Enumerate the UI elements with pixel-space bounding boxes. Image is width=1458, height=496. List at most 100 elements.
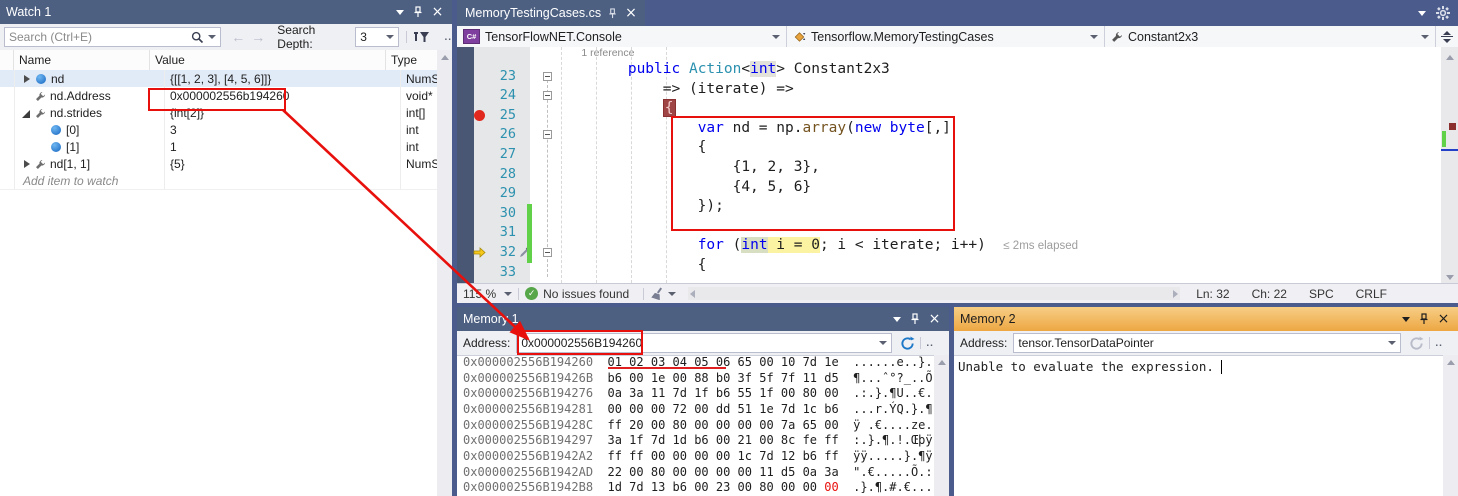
watch-row[interactable]: [0] 3 int <box>0 121 437 139</box>
breakpoint-icon[interactable] <box>474 110 485 121</box>
watch-type: int <box>401 138 437 155</box>
gear-icon[interactable] <box>1436 6 1450 20</box>
tab-list-chevron-icon[interactable] <box>1418 11 1426 16</box>
watch-add-row[interactable]: Add item to watch <box>0 172 437 190</box>
editor-vertical-scrollbar[interactable] <box>1441 47 1458 283</box>
memory2-scrollbar[interactable] <box>1443 355 1458 496</box>
memory-address: 0x000002556B194281 <box>463 402 593 416</box>
tab-memorytestingcases[interactable]: MemoryTestingCases.cs × <box>457 0 645 26</box>
close-button[interactable]: × <box>429 4 446 20</box>
zoom-level[interactable]: 115 % <box>463 287 496 301</box>
editor-horizontal-scrollbar[interactable] <box>688 287 1180 300</box>
pin-button[interactable] <box>410 4 427 20</box>
memory-row: 0x000002556B194297 3a 1f 7d 1d b6 00 21 … <box>457 433 934 449</box>
outlining-margin[interactable] <box>538 47 558 283</box>
code-line: public Action<int> Constant2x3 <box>558 61 1441 81</box>
navigate-back-icon[interactable]: ← <box>231 29 245 45</box>
split-up-icon <box>1443 31 1451 35</box>
watch-titlebar[interactable]: Watch 1 × <box>0 0 452 24</box>
search-input[interactable]: Search (Ctrl+E) <box>4 27 221 47</box>
watch-row[interactable]: nd[1, 1] {5} NumShar... <box>0 155 437 173</box>
window-menu-button[interactable] <box>1397 311 1414 327</box>
split-window-button[interactable] <box>1435 26 1458 47</box>
window-menu-button[interactable] <box>888 311 905 327</box>
expander-collapsed-icon[interactable] <box>22 75 31 84</box>
watch-filter-button[interactable] <box>414 30 430 44</box>
column-header-value[interactable]: Value <box>150 50 386 70</box>
memory-bytes: 3a 1f 7d 1d b6 00 21 00 8c fe ff <box>608 433 839 447</box>
toolbar-overflow[interactable]: .. <box>444 32 452 43</box>
scroll-left-icon[interactable] <box>690 290 695 298</box>
project-name: TensorFlowNET.Console <box>485 30 622 44</box>
watch-value[interactable]: 3 <box>165 121 401 138</box>
refresh-button-disabled[interactable] <box>1409 336 1424 351</box>
address-history-caret[interactable] <box>879 341 887 345</box>
pin-button[interactable] <box>1416 311 1433 327</box>
navigate-forward-icon[interactable]: → <box>251 29 265 45</box>
watch-value[interactable]: {[[1, 2, 3], [4, 5, 6]]} <box>165 70 401 87</box>
collapse-region-icon[interactable] <box>543 91 552 100</box>
search-depth-select[interactable]: 3 <box>355 27 399 47</box>
collapse-region-icon[interactable] <box>543 248 552 257</box>
refresh-button[interactable] <box>900 336 915 351</box>
line-number: 27 <box>500 146 516 162</box>
type-dropdown[interactable]: Tensorflow.MemoryTestingCases <box>787 26 1105 47</box>
scroll-up-icon[interactable] <box>441 55 449 60</box>
watch-scrollbar[interactable] <box>437 50 452 496</box>
refresh-icon <box>1409 336 1424 351</box>
code-line: { <box>558 100 1441 120</box>
window-menu-button[interactable] <box>391 4 408 20</box>
pin-icon[interactable] <box>608 8 618 19</box>
variable-icon <box>51 125 61 135</box>
close-button[interactable]: × <box>926 311 943 327</box>
scroll-up-icon[interactable] <box>1447 360 1455 365</box>
memory2-address-input[interactable]: tensor.TensorDataPointer <box>1013 333 1401 353</box>
memory1-hex-view[interactable]: 0x000002556B194260 01 02 03 04 05 06 65 … <box>457 355 934 496</box>
toolbar-overflow[interactable]: .. <box>926 338 934 349</box>
add-item-to-watch[interactable]: Add item to watch <box>15 172 165 189</box>
line-number: 30 <box>500 205 516 221</box>
watch-row[interactable]: nd.Address 0x000002556b194260 void* <box>0 87 437 105</box>
memory1-titlebar[interactable]: Memory 1 × <box>457 307 949 331</box>
clean-document-button[interactable] <box>650 287 676 300</box>
close-icon[interactable]: × <box>625 6 637 20</box>
scroll-up-icon[interactable] <box>1446 55 1454 60</box>
toolbar-overflow[interactable]: .. <box>1435 338 1443 349</box>
column-header-name[interactable]: Name <box>14 50 150 70</box>
watch-value[interactable]: 1 <box>165 138 401 155</box>
member-dropdown[interactable]: Constant2x3 <box>1105 26 1435 47</box>
issues-status[interactable]: No issues found <box>543 287 629 301</box>
editor-status-bar: 115 % ✓ No issues found Ln: 32 Ch: 22 SP… <box>457 283 1458 303</box>
close-button[interactable]: × <box>1435 311 1452 327</box>
memory1-scrollbar[interactable] <box>934 355 949 496</box>
column-header-type[interactable]: Type <box>386 50 437 70</box>
watch-value[interactable]: {5} <box>165 155 401 172</box>
watch-row[interactable]: nd {[[1, 2, 3], [4, 5, 6]]} NumShar... <box>0 70 437 88</box>
project-dropdown[interactable]: C# TensorFlowNET.Console <box>457 26 787 47</box>
collapse-region-icon[interactable] <box>543 72 552 81</box>
collapse-region-icon[interactable] <box>543 130 552 139</box>
address-history-caret[interactable] <box>1388 341 1396 345</box>
close-icon: × <box>929 312 941 326</box>
watch-value[interactable]: 0x000002556b194260 <box>165 87 401 104</box>
memory-address: 0x000002556B1942AD <box>463 465 593 479</box>
search-options-caret[interactable] <box>208 35 216 39</box>
code-text[interactable]: 1 reference public Action<int> Constant2… <box>558 47 1441 283</box>
scroll-up-icon[interactable] <box>938 360 946 365</box>
breakpoint-margin[interactable] <box>457 47 474 283</box>
line-number: 26 <box>500 126 516 142</box>
watch-row[interactable]: [1] 1 int <box>0 138 437 156</box>
chevron-down-icon <box>772 35 780 39</box>
code-area[interactable]: 23 24 25 <box>457 47 1458 283</box>
zoom-caret[interactable] <box>504 292 512 296</box>
pin-button[interactable] <box>907 311 924 327</box>
memory2-titlebar[interactable]: Memory 2 × <box>954 307 1458 331</box>
scroll-down-icon[interactable] <box>1446 275 1454 280</box>
codelens-references[interactable]: 1 reference <box>558 47 1441 61</box>
memory1-address-input[interactable]: 0x000002556B194260 <box>516 333 892 353</box>
expander-collapsed-icon[interactable] <box>22 160 31 169</box>
scroll-right-icon[interactable] <box>1173 290 1178 298</box>
expander-expanded-icon[interactable] <box>22 109 31 118</box>
watch-row[interactable]: nd.strides {int[2]} int[] <box>0 104 437 122</box>
watch-value[interactable]: {int[2]} <box>165 104 401 121</box>
